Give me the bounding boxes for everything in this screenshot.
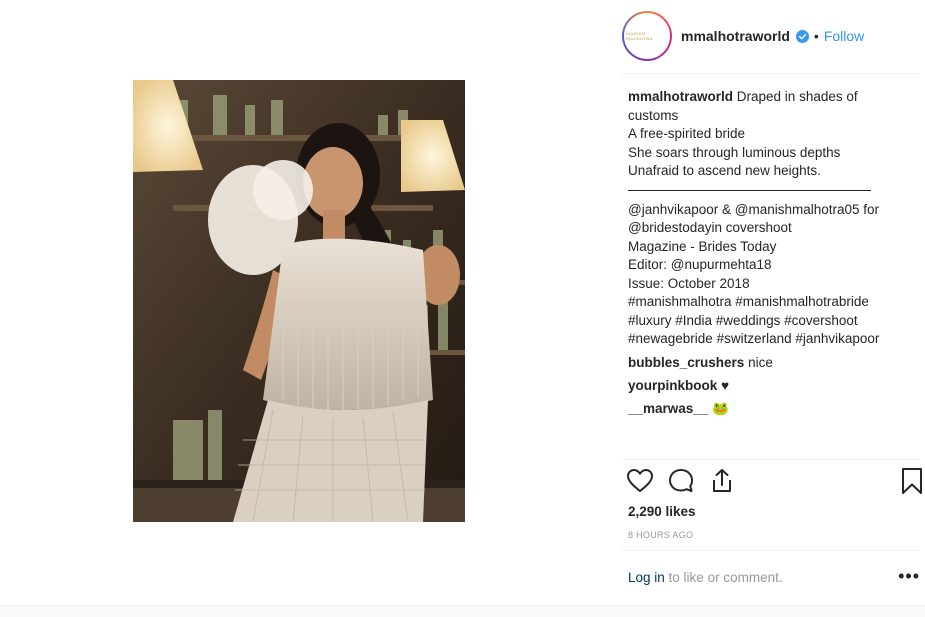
post-username[interactable]: mmalhotraworld xyxy=(681,28,790,44)
comment: yourpinkbook ♥ xyxy=(628,377,918,395)
page-bottom-bar xyxy=(0,605,925,617)
login-prompt: Log in to like or comment. ••• xyxy=(628,566,920,586)
bookmark-icon[interactable] xyxy=(898,467,925,495)
caption-username[interactable]: mmalhotraworld xyxy=(628,89,733,104)
comment: bubbles_crushers nice xyxy=(628,354,918,372)
likes-count[interactable]: 2,290 likes xyxy=(628,504,696,519)
more-options-icon[interactable]: ••• xyxy=(898,566,920,587)
caption-line: Unafraid to ascend new heights. xyxy=(628,163,821,178)
follow-button[interactable]: Follow xyxy=(824,28,864,44)
post-actions xyxy=(626,467,922,499)
caption-line: customs xyxy=(628,107,679,123)
caption-text: Draped in shades of xyxy=(736,89,858,104)
caption-line: A free-spirited bride xyxy=(628,126,746,141)
caption-rule xyxy=(628,189,871,191)
share-icon[interactable] xyxy=(708,467,736,495)
caption-line: Editor: @nupurmehta18 xyxy=(628,257,772,272)
caption-line: mmalhotraworld Draped in shades of xyxy=(628,88,918,107)
caption-line: Magazine - Brides Today xyxy=(628,238,777,254)
separator-dot: • xyxy=(813,28,819,44)
caption-line: She soars through luminous depths xyxy=(628,144,841,160)
comment-text: ♥ xyxy=(721,377,730,393)
comment-username[interactable]: __marwas__ xyxy=(628,401,708,416)
caption-line: Issue: October 2018 xyxy=(628,275,750,291)
avatar-logo-text: MANISH MALHOTRA xyxy=(626,31,653,41)
actions-divider xyxy=(622,459,920,460)
post-timestamp[interactable]: 8 HOURS AGO xyxy=(628,530,693,540)
avatar-inner: MANISH MALHOTRA xyxy=(624,13,670,59)
login-link[interactable]: Log in xyxy=(628,570,665,585)
avatar[interactable]: MANISH MALHOTRA xyxy=(622,11,672,61)
post-photo-illustration xyxy=(133,80,465,522)
comment-username[interactable]: yourpinkbook xyxy=(628,378,717,393)
post-caption: mmalhotraworld Draped in shades of custo… xyxy=(628,88,918,418)
header-divider xyxy=(622,73,920,74)
comment-text: nice xyxy=(748,354,773,370)
post-image[interactable] xyxy=(133,80,465,522)
caption-line: @janhvikapoor & @manishmalhotra05 for xyxy=(628,201,880,217)
caption-line: @bridestodayin covershoot xyxy=(628,220,792,235)
login-prompt-text: to like or comment. xyxy=(664,570,783,585)
post-header: MANISH MALHOTRA mmalhotraworld • Follow xyxy=(622,10,920,62)
comment-text: 🐸 xyxy=(712,400,729,416)
comment-username[interactable]: bubbles_crushers xyxy=(628,355,744,370)
caption-hashtags: #newagebride #switzerland #janhvikapoor xyxy=(628,331,880,346)
comment: __marwas__ 🐸 xyxy=(628,400,918,418)
comment-icon[interactable] xyxy=(667,467,695,495)
heart-icon[interactable] xyxy=(626,467,654,495)
caption-hashtags: #manishmalhotra #manishmalhotrabride xyxy=(628,294,869,309)
caption-hashtags: #luxury #India #weddings #covershoot xyxy=(628,312,858,328)
verified-badge-icon xyxy=(795,29,809,43)
footer-divider xyxy=(622,550,920,551)
